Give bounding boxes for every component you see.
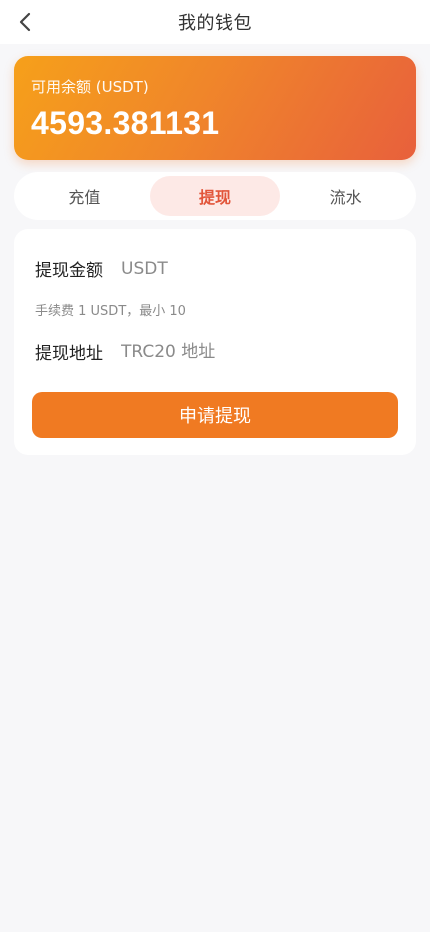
tab-withdraw[interactable]: 提现 xyxy=(149,176,281,216)
fee-note: 手续费 1 USDT，最小 10 xyxy=(35,304,186,319)
amount-input[interactable] xyxy=(121,258,398,279)
balance-value: 4593.381131 xyxy=(31,105,220,141)
amount-row: 提现金额 xyxy=(35,256,398,281)
back-button[interactable] xyxy=(10,7,40,37)
address-row: 提现地址 xyxy=(35,339,398,364)
tab-transactions[interactable]: 流水 xyxy=(280,176,411,216)
page-title: 我的钱包 xyxy=(178,13,252,34)
tab-deposit[interactable]: 充值 xyxy=(19,176,150,216)
chevron-left-icon xyxy=(19,12,31,32)
balance-label: 可用余额 (USDT) xyxy=(31,78,149,96)
top-nav-bar: 我的钱包 xyxy=(0,0,430,44)
address-input[interactable] xyxy=(121,341,398,362)
withdraw-form-card: 提现金额 手续费 1 USDT，最小 10 提现地址 申请提现 xyxy=(14,229,416,455)
wallet-tabs: 充值 提现 流水 xyxy=(14,172,416,220)
amount-label: 提现金额 xyxy=(35,261,103,281)
balance-card: 可用余额 (USDT) 4593.381131 xyxy=(14,56,416,160)
address-label: 提现地址 xyxy=(35,344,103,364)
submit-withdraw-button[interactable]: 申请提现 xyxy=(32,392,398,438)
